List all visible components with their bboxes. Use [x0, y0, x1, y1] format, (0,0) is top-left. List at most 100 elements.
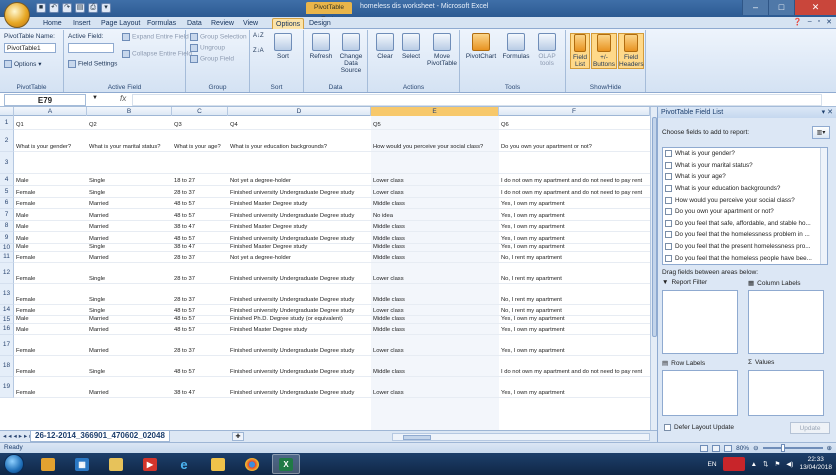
row-header[interactable]: 13 — [0, 284, 14, 305]
row-header[interactable]: 17 — [0, 335, 14, 356]
workbook-close-icon[interactable]: ✕ — [826, 18, 832, 26]
field-list-item[interactable]: What is your age? — [663, 171, 827, 183]
column-header-c[interactable]: C — [172, 107, 228, 116]
task-app-windows-explorer[interactable]: ▦ — [68, 454, 96, 474]
cell-e[interactable] — [371, 152, 499, 173]
cell-a[interactable]: Female — [14, 263, 87, 283]
tab-page-layout[interactable]: Page Layout — [98, 18, 143, 29]
field-list-item[interactable]: Do you feel that the present homelessnes… — [663, 241, 827, 253]
column-labels-area[interactable] — [748, 290, 824, 354]
row-header[interactable]: 5 — [0, 186, 14, 198]
task-app-excel[interactable]: X — [272, 454, 300, 474]
task-app-pin-1[interactable] — [34, 454, 62, 474]
field-checkbox[interactable] — [665, 173, 672, 181]
cell-e[interactable]: Lower class — [371, 186, 499, 197]
cell-c[interactable]: 38 to 47 — [172, 377, 228, 397]
cell-f[interactable]: I do not own my apartment and do not nee… — [499, 356, 650, 376]
cell-f[interactable]: Do you own your apartment or not? — [499, 130, 650, 151]
column-header-b[interactable]: B — [87, 107, 172, 116]
zoom-slider-thumb[interactable] — [780, 444, 785, 452]
move-pivottable-button[interactable]: Move PivotTable — [426, 33, 458, 67]
cell-d[interactable]: Finished university Undergraduate Degree… — [228, 305, 371, 315]
row-header[interactable]: 16 — [0, 324, 14, 335]
close-button[interactable]: ✕ — [794, 0, 836, 15]
column-header-a[interactable]: A — [14, 107, 87, 116]
cell-d[interactable]: Finished university Undergraduate Degree… — [228, 335, 371, 355]
field-checkbox[interactable] — [665, 196, 672, 204]
row-header[interactable]: 7 — [0, 209, 14, 221]
cell-e[interactable]: Middle class — [371, 244, 499, 251]
cell-f[interactable]: Yes, I own my apartment — [499, 335, 650, 355]
cell-f[interactable]: Yes, I own my apartment — [499, 232, 650, 243]
cell-f[interactable]: Yes, I own my apartment — [499, 209, 650, 220]
cell-e[interactable]: Middle class — [371, 284, 499, 304]
row-header[interactable]: 15 — [0, 316, 14, 324]
cell-c[interactable]: 48 to 57 — [172, 324, 228, 334]
cell-f[interactable]: No, I rent my apartment — [499, 284, 650, 304]
clear-button[interactable]: Clear — [372, 33, 398, 60]
tray-app-icon[interactable] — [722, 457, 745, 471]
cell-b[interactable]: Single — [87, 174, 172, 185]
office-button[interactable] — [4, 2, 30, 28]
cell-e[interactable]: No idea — [371, 209, 499, 220]
select-all-corner[interactable] — [0, 107, 14, 116]
cell-a[interactable]: Female — [14, 252, 87, 262]
collapse-field-button[interactable]: Collapse Entire Field — [122, 50, 192, 58]
cell-a[interactable]: Male — [14, 316, 87, 323]
name-box[interactable]: E79 — [4, 94, 86, 106]
cell-c[interactable]: 48 to 57 — [172, 232, 228, 243]
row-header[interactable]: 18 — [0, 356, 14, 377]
page-layout-view-icon[interactable] — [712, 444, 721, 452]
cell-f[interactable]: I do not own my apartment and do not nee… — [499, 186, 650, 197]
cell-d[interactable]: Finished university Undergraduate Degree… — [228, 377, 371, 397]
print-icon[interactable]: ⎙ — [88, 3, 98, 13]
cell-d[interactable] — [228, 152, 371, 173]
insert-function-icon[interactable]: fx — [120, 94, 126, 103]
task-app-folder[interactable] — [102, 454, 130, 474]
cell-d[interactable]: Finished Ph.D. Degree study (or equivale… — [228, 316, 371, 323]
row-header[interactable]: 12 — [0, 263, 14, 284]
row-header[interactable]: 14 — [0, 305, 14, 316]
row-header[interactable]: 4 — [0, 174, 14, 186]
cell-a[interactable]: Male — [14, 174, 87, 185]
task-app-chrome[interactable] — [238, 454, 266, 474]
tab-data[interactable]: Data — [184, 18, 205, 29]
normal-view-icon[interactable] — [700, 444, 709, 452]
cell-a[interactable]: Male — [14, 209, 87, 220]
row-header[interactable]: 6 — [0, 198, 14, 209]
field-checkbox[interactable] — [665, 185, 672, 193]
cell-a[interactable]: Female — [14, 305, 87, 315]
cell-f[interactable]: Yes, I own my apartment — [499, 244, 650, 251]
zoom-in-icon[interactable]: ⊕ — [827, 444, 832, 452]
workbook-minimize-icon[interactable]: – — [808, 18, 812, 26]
undo-icon[interactable]: ↶ — [49, 3, 59, 13]
cell-c[interactable]: 38 to 47 — [172, 244, 228, 251]
group-field-button[interactable]: Group Field — [190, 55, 234, 63]
defer-layout-checkbox[interactable] — [664, 424, 671, 431]
cell-e[interactable]: Middle class — [371, 316, 499, 323]
row-header[interactable]: 1 — [0, 116, 14, 130]
row-header[interactable]: 8 — [0, 221, 14, 232]
cell-d[interactable]: Finished university Undergraduate Degree… — [228, 232, 371, 243]
field-checkbox[interactable] — [665, 208, 672, 216]
cell-b[interactable] — [87, 152, 172, 173]
field-list-item[interactable]: What is your gender? — [663, 148, 827, 160]
cell-a[interactable]: Male — [14, 221, 87, 231]
cell-a[interactable]: Female — [14, 356, 87, 376]
cell-b[interactable]: Single — [87, 356, 172, 376]
field-list-toggle[interactable]: Field List — [570, 33, 590, 69]
cell-d[interactable]: Q4 — [228, 116, 371, 129]
network-icon[interactable]: ⇅ — [763, 460, 768, 468]
cell-b[interactable]: Q2 — [87, 116, 172, 129]
options-button[interactable]: Options ▾ — [4, 60, 41, 69]
refresh-button[interactable]: Refresh — [308, 33, 334, 60]
cell-c[interactable]: What is your age? — [172, 130, 228, 151]
task-app-ie[interactable]: e — [170, 454, 198, 474]
field-checkbox[interactable] — [665, 161, 672, 169]
insert-sheet-icon[interactable]: ✚ — [232, 432, 244, 441]
cell-d[interactable]: Finished university Undergraduate Degree… — [228, 186, 371, 197]
cell-b[interactable]: Married — [87, 335, 172, 355]
change-data-source-button[interactable]: Change Data Source — [336, 33, 366, 74]
cell-e[interactable]: Middle class — [371, 221, 499, 231]
cell-f[interactable]: Q6 — [499, 116, 650, 129]
